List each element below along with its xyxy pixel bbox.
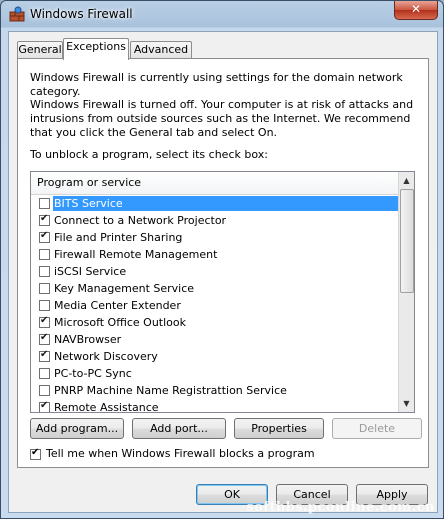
tab-exceptions[interactable]: Exceptions [63, 38, 129, 60]
close-button[interactable]: ✕ [394, 1, 438, 20]
program-label: Key Management Service [54, 282, 195, 295]
program-label: Remote Assistance [54, 401, 159, 413]
list-item[interactable]: NAVBrowser [31, 331, 399, 348]
program-label: File and Printer Sharing [54, 231, 183, 244]
program-checkbox[interactable] [39, 385, 50, 396]
program-checkbox[interactable] [39, 198, 50, 209]
firewall-off-warning: Windows Firewall is turned off. Your com… [30, 98, 414, 139]
program-checkbox[interactable] [39, 283, 50, 294]
list-item[interactable]: BITS Service [31, 195, 399, 212]
program-rows: BITS Service Connect to a Network Project… [31, 195, 399, 413]
scroll-down-icon[interactable]: ▼ [400, 396, 413, 411]
program-checkbox[interactable] [39, 300, 50, 311]
dialog-client: General Exceptions Advanced Windows Fire… [8, 31, 438, 513]
watermark-text: softbbs.pconline.com.cn [246, 500, 435, 515]
tab-general[interactable]: General [17, 41, 63, 59]
firewall-window: Windows Firewall ✕ General Exceptions Ad… [0, 0, 444, 519]
program-label: Media Center Extender [54, 299, 181, 312]
program-checkbox[interactable] [39, 368, 50, 379]
list-item[interactable]: Remote Assistance [31, 399, 399, 413]
program-checkbox[interactable] [39, 249, 50, 260]
program-label: PC-to-PC Sync [54, 367, 132, 380]
program-checkbox[interactable] [39, 315, 50, 328]
list-item[interactable]: Network Discovery [31, 348, 399, 365]
exceptions-panel: Windows Firewall is currently using sett… [17, 58, 429, 468]
program-label: iSCSI Service [54, 265, 127, 278]
column-program-or-service: Program or service [37, 176, 142, 189]
unblock-instruction: To unblock a program, select its check b… [30, 148, 268, 161]
program-label: PNRP Machine Name Registrattion Service [54, 384, 287, 397]
scroll-up-icon[interactable]: ▲ [400, 173, 413, 188]
program-label: Network Discovery [54, 350, 158, 363]
add-program-button[interactable]: Add program... [30, 418, 124, 439]
program-checkbox[interactable] [39, 349, 50, 362]
list-item[interactable]: iSCSI Service [31, 263, 399, 280]
list-item[interactable]: File and Printer Sharing [31, 229, 399, 246]
program-checkbox[interactable] [39, 213, 50, 226]
list-item[interactable]: PC-to-PC Sync [31, 365, 399, 382]
list-item[interactable]: Connect to a Network Projector [31, 212, 399, 229]
program-checkbox[interactable] [39, 230, 50, 243]
list-item[interactable]: Key Management Service [31, 280, 399, 297]
notify-checkbox[interactable] [30, 447, 41, 460]
notify-label: Tell me when Windows Firewall blocks a p… [46, 447, 315, 460]
vertical-scrollbar[interactable]: ▲ ▼ [398, 172, 414, 412]
scroll-thumb[interactable] [400, 189, 414, 293]
properties-button[interactable]: Properties [234, 418, 324, 439]
list-column-header[interactable]: Program or service [31, 172, 399, 195]
delete-button[interactable]: Delete [332, 418, 422, 439]
program-checkbox[interactable] [39, 266, 50, 277]
add-port-button[interactable]: Add port... [132, 418, 226, 439]
program-list[interactable]: Program or service BITS Service Connect t… [30, 171, 415, 413]
program-label: Firewall Remote Management [54, 248, 218, 261]
list-item[interactable]: Firewall Remote Management [31, 246, 399, 263]
program-label: BITS Service [53, 196, 399, 211]
network-category-text: Windows Firewall is currently using sett… [30, 71, 403, 98]
program-label: Microsoft Office Outlook [54, 316, 186, 329]
program-checkbox[interactable] [39, 332, 50, 345]
list-item[interactable]: Microsoft Office Outlook [31, 314, 399, 331]
title-bar[interactable]: Windows Firewall ✕ [1, 1, 443, 29]
tab-advanced[interactable]: Advanced [130, 41, 192, 59]
list-item[interactable]: Media Center Extender [31, 297, 399, 314]
program-label: Connect to a Network Projector [54, 214, 227, 227]
program-checkbox[interactable] [39, 400, 50, 412]
list-item[interactable]: PNRP Machine Name Registrattion Service [31, 382, 399, 399]
program-label: NAVBrowser [54, 333, 122, 346]
firewall-icon [9, 6, 25, 22]
window-title: Windows Firewall [30, 7, 133, 21]
